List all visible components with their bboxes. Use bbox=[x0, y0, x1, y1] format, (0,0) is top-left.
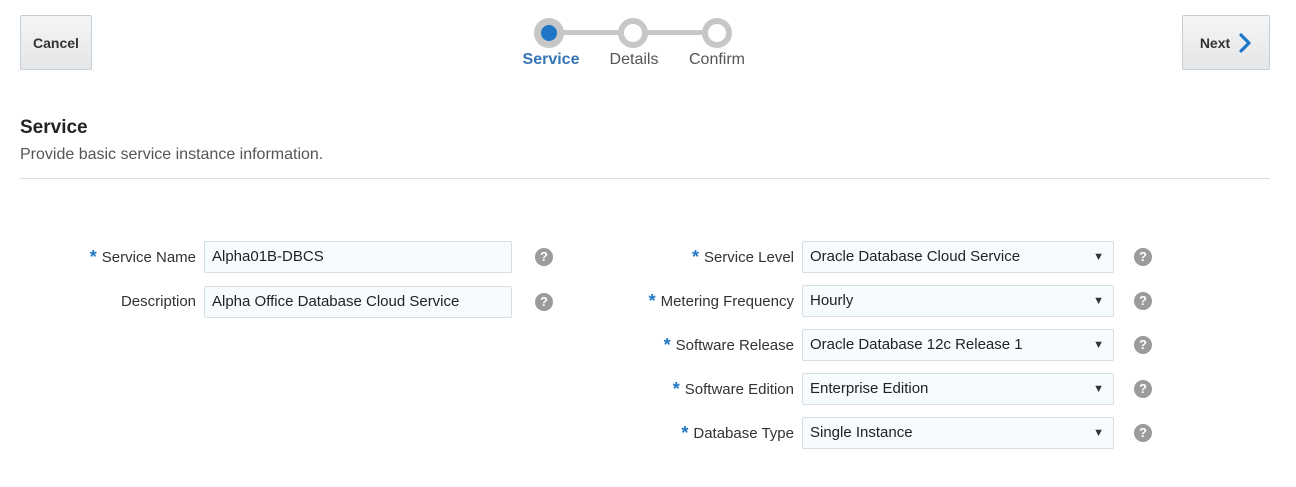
step-confirm-label[interactable]: Confirm bbox=[677, 51, 757, 69]
metering-frequency-value: Hourly bbox=[810, 292, 854, 309]
next-button-label: Next bbox=[1199, 34, 1231, 51]
software-edition-row: * Software Edition Enterprise Edition ▼ ? bbox=[600, 373, 1160, 405]
service-name-row: * Service Name Alpha01B-DBCS ? bbox=[0, 241, 600, 273]
required-marker: * bbox=[672, 379, 680, 399]
question-circle-icon[interactable]: ? bbox=[1134, 424, 1152, 442]
caret-down-icon: ▼ bbox=[1093, 295, 1104, 307]
cancel-button-label: Cancel bbox=[33, 34, 79, 51]
question-circle-icon[interactable]: ? bbox=[1134, 336, 1152, 354]
service-level-select[interactable]: Oracle Database Cloud Service ▼ bbox=[802, 241, 1114, 273]
chevron-right-icon bbox=[1239, 32, 1251, 53]
service-name-input[interactable]: Alpha01B-DBCS bbox=[204, 241, 512, 273]
required-marker: * bbox=[681, 423, 689, 443]
required-marker: * bbox=[691, 247, 699, 267]
database-type-select[interactable]: Single Instance ▼ bbox=[802, 417, 1114, 449]
required-marker: * bbox=[663, 335, 671, 355]
step-confirm-marker[interactable] bbox=[702, 18, 732, 48]
required-marker: * bbox=[89, 247, 97, 267]
database-type-label: * Database Type bbox=[681, 423, 794, 443]
software-edition-value: Enterprise Edition bbox=[810, 380, 929, 397]
software-edition-label: * Software Edition bbox=[672, 379, 794, 399]
service-level-value: Oracle Database Cloud Service bbox=[810, 248, 1021, 265]
software-release-row: * Software Release Oracle Database 12c Re… bbox=[600, 329, 1160, 361]
software-release-value: Oracle Database 12c Release 1 bbox=[810, 336, 1023, 353]
section-title: Service bbox=[20, 117, 88, 138]
required-marker: * bbox=[648, 291, 656, 311]
question-circle-icon[interactable]: ? bbox=[535, 248, 553, 266]
section-divider bbox=[20, 178, 1270, 179]
service-level-row: * Service Level Oracle Database Cloud Ser… bbox=[600, 241, 1160, 273]
service-name-label: * Service Name bbox=[89, 247, 196, 267]
database-type-row: * Database Type Single Instance ▼ ? bbox=[600, 417, 1160, 449]
software-release-label: * Software Release bbox=[663, 335, 794, 355]
metering-frequency-row: * Metering Frequency Hourly ▼ ? bbox=[600, 285, 1160, 317]
question-circle-icon[interactable]: ? bbox=[1134, 380, 1152, 398]
description-row: Description Alpha Office Database Cloud … bbox=[0, 286, 600, 318]
cancel-button[interactable]: Cancel bbox=[20, 15, 92, 70]
question-circle-icon[interactable]: ? bbox=[535, 293, 553, 311]
service-level-label: * Service Level bbox=[691, 247, 794, 267]
caret-down-icon: ▼ bbox=[1093, 251, 1104, 263]
next-button[interactable]: Next bbox=[1182, 15, 1270, 70]
step-service-marker[interactable] bbox=[534, 18, 564, 48]
section-description: Provide basic service instance informati… bbox=[20, 146, 324, 163]
caret-down-icon: ▼ bbox=[1093, 383, 1104, 395]
question-circle-icon[interactable]: ? bbox=[1134, 292, 1152, 310]
step-service-label[interactable]: Service bbox=[511, 51, 591, 69]
description-label: Description bbox=[120, 293, 196, 310]
caret-down-icon: ▼ bbox=[1093, 427, 1104, 439]
step-details-label[interactable]: Details bbox=[594, 51, 674, 69]
software-edition-select[interactable]: Enterprise Edition ▼ bbox=[802, 373, 1114, 405]
metering-frequency-select[interactable]: Hourly ▼ bbox=[802, 285, 1114, 317]
description-input[interactable]: Alpha Office Database Cloud Service bbox=[204, 286, 512, 318]
step-details-marker[interactable] bbox=[618, 18, 648, 48]
software-release-select[interactable]: Oracle Database 12c Release 1 ▼ bbox=[802, 329, 1114, 361]
metering-frequency-label: * Metering Frequency bbox=[648, 291, 794, 311]
step-train: Service Details Confirm bbox=[500, 14, 770, 74]
database-type-value: Single Instance bbox=[810, 424, 913, 441]
caret-down-icon: ▼ bbox=[1093, 339, 1104, 351]
question-circle-icon[interactable]: ? bbox=[1134, 248, 1152, 266]
